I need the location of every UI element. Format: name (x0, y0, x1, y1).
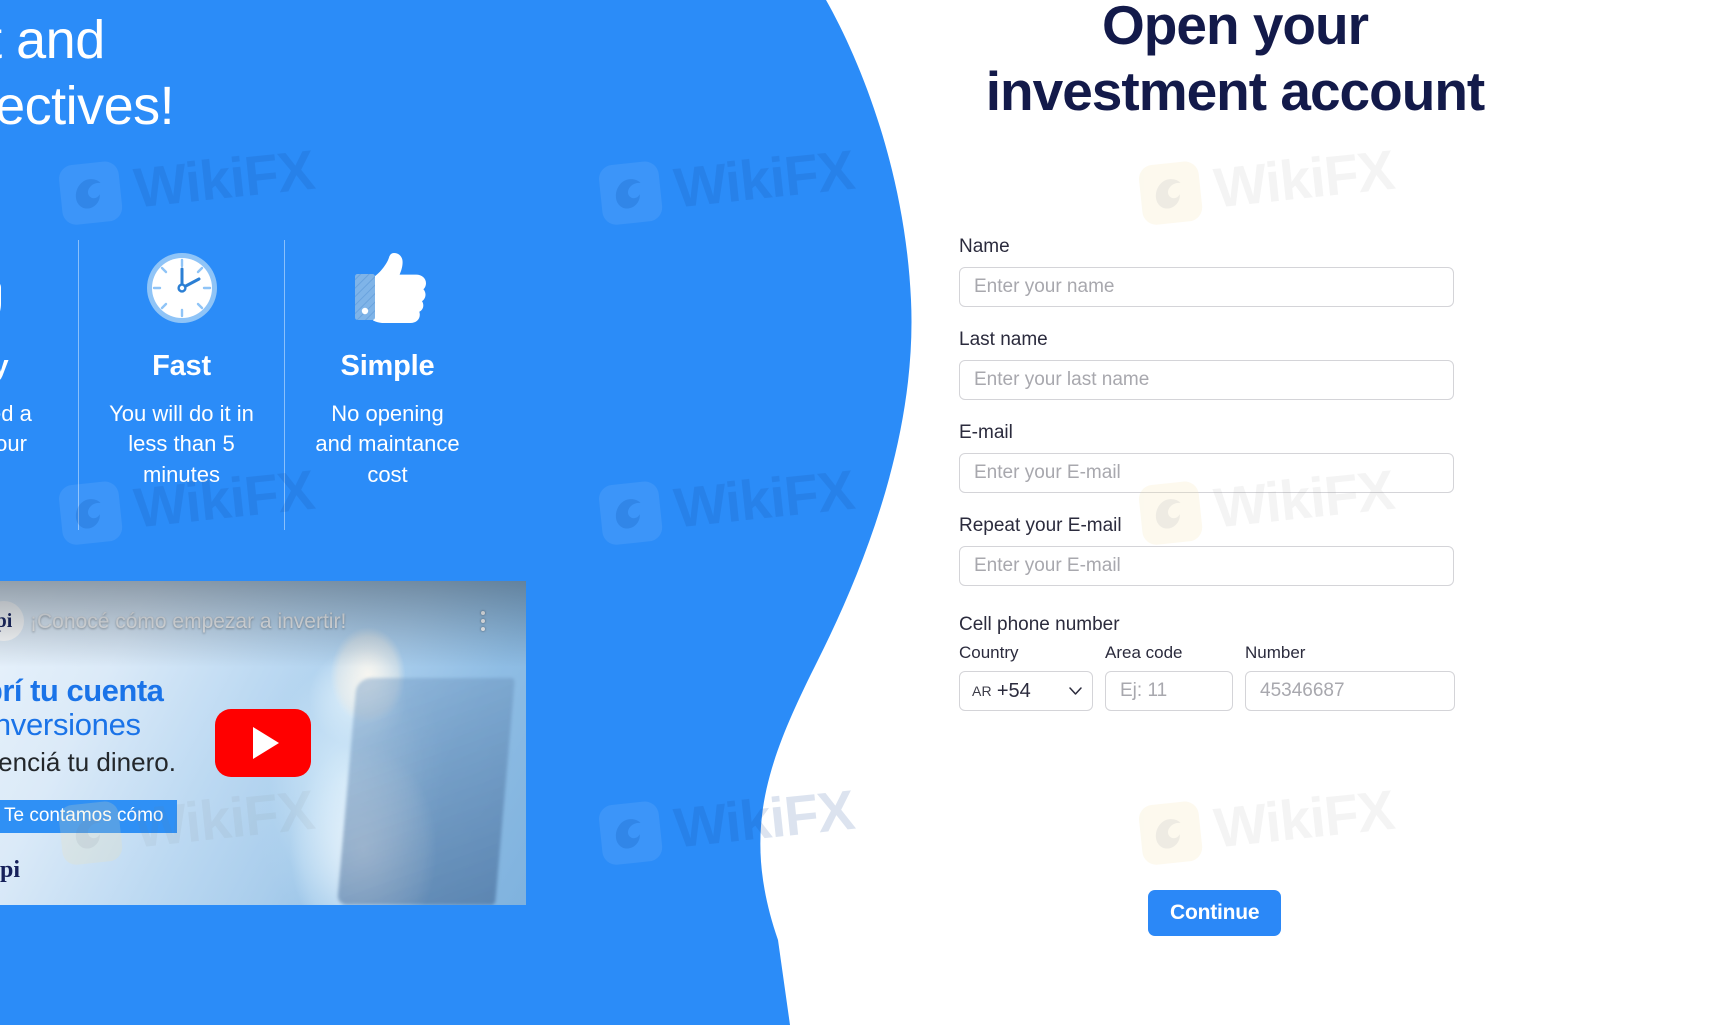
country-select[interactable]: AR +54 (959, 671, 1093, 711)
field-label: Last name (959, 329, 1048, 350)
phone-country-col: Country AR +54 (959, 643, 1093, 711)
area-code-sublabel: Area code (1105, 643, 1183, 662)
continue-button[interactable]: Continue (1148, 890, 1282, 936)
overlay-line-1: Abrí tu cuenta (0, 673, 164, 708)
video-top-bar (0, 581, 526, 667)
field-label: E-mail (959, 422, 1013, 443)
phone-group-label: Cell phone number (959, 614, 1120, 635)
phone-area-col: Area code (1105, 643, 1233, 711)
feature-desc: only need a e and your ID (0, 401, 32, 457)
phone-inputs-row: Country AR +54 Area code Ej: 11 Number 4… (959, 643, 1459, 711)
field-name: Name (959, 236, 1459, 307)
email-input[interactable] (959, 453, 1454, 493)
feature-desc: You will do it in less than 5 minutes (109, 401, 254, 487)
field-repeat-email: Repeat your E-mail (959, 515, 1459, 586)
clock-icon (93, 240, 270, 336)
page-root: ...re to invest and ...fill your objecti… (0, 0, 1721, 1025)
pointing-hand-icon (0, 240, 64, 336)
chevron-down-icon (1069, 687, 1082, 698)
overlay-badge: Te contamos cómo (0, 799, 178, 833)
hero-content: ...re to invest and ...fill your objecti… (0, 0, 860, 1025)
video-player[interactable]: pi ¡Conocé cómo empezar a invertir! Abrí… (0, 581, 526, 905)
overlay-line-3: potenciá tu dinero. (0, 746, 176, 777)
name-input[interactable] (959, 267, 1454, 307)
phone-number-input[interactable] (1245, 671, 1455, 711)
form-fields: Name Last name E-mail Repeat your E-mail… (959, 236, 1459, 711)
feature-title: Simple (340, 350, 435, 382)
field-last-name: Last name (959, 329, 1459, 400)
feature-title: Fast (152, 350, 211, 382)
feature-easy: Easy only need a e and your ID (0, 240, 78, 530)
feature-desc: No opening and maintance cost (315, 401, 460, 487)
overlay-line-2: e inversiones (0, 707, 141, 743)
feature-simple: Simple No opening and maintance cost (284, 240, 490, 530)
repeat-email-input[interactable] (959, 546, 1454, 586)
field-label: Name (959, 236, 1010, 257)
feature-title: Easy (0, 350, 9, 382)
thumbs-up-icon (299, 240, 476, 336)
country-sublabel: Country (959, 643, 1019, 662)
field-cell-phone: Cell phone number Country AR +54 Area co… (959, 614, 1459, 711)
country-iso-code: AR (972, 683, 992, 699)
video-overlay-copy: Abrí tu cuenta e inversiones potenciá tu… (0, 673, 178, 884)
feature-fast: Fast You will do it in less than 5 minut… (78, 240, 284, 530)
number-sublabel: Number (1245, 643, 1306, 662)
phone-number-col: Number (1245, 643, 1455, 711)
form-title: Open your investment account (985, 0, 1486, 122)
page-title: ...re to invest and ...fill your objecti… (0, 10, 175, 136)
area-code-input[interactable] (1105, 671, 1233, 711)
last-name-input[interactable] (959, 360, 1454, 400)
feature-list: Easy only need a e and your ID (0, 240, 492, 530)
youtube-play-icon[interactable] (215, 709, 311, 777)
field-label: Repeat your E-mail (959, 515, 1122, 536)
overlay-footer-logo: pi (0, 856, 21, 883)
country-dial-code: +54 (996, 679, 1031, 702)
signup-form-panel: Open your investment account Name Last n… (860, 0, 1721, 1025)
field-email: E-mail (959, 422, 1459, 493)
